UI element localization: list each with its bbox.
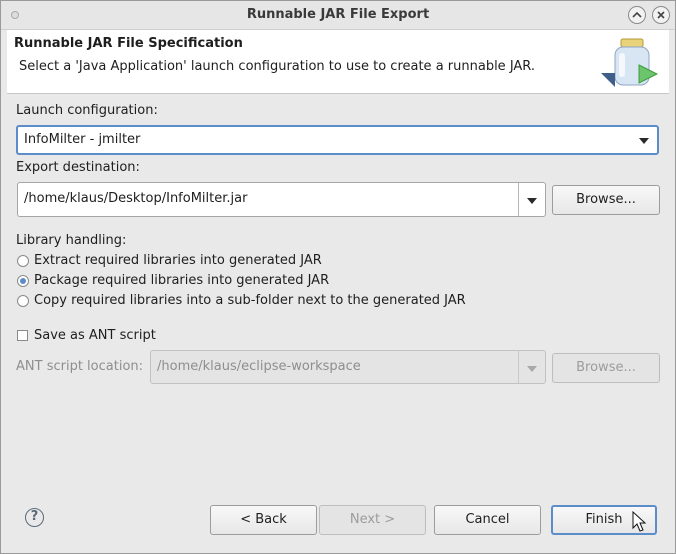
launch-config-select[interactable]: InfoMilter - jmilter <box>16 125 659 155</box>
save-ant-label[interactable]: Save as ANT script <box>34 328 156 343</box>
chevron-down-icon[interactable] <box>527 198 537 204</box>
close-button[interactable] <box>652 6 670 24</box>
package-libraries-label[interactable]: Package required libraries into generate… <box>34 273 329 288</box>
combo-separator <box>518 351 519 383</box>
export-destination-value: /home/klaus/Desktop/InfoMilter.jar <box>24 191 248 206</box>
library-handling-label: Library handling: <box>16 233 127 248</box>
launch-config-label: Launch configuration: <box>16 103 158 118</box>
copy-libraries-label[interactable]: Copy required libraries into a sub-folde… <box>34 293 466 308</box>
page-title: Runnable JAR File Specification <box>14 36 243 51</box>
save-ant-checkbox[interactable] <box>17 330 28 341</box>
ant-location-value: /home/klaus/eclipse-workspace <box>157 359 361 374</box>
next-button: Next > <box>319 505 426 535</box>
close-icon <box>657 11 665 19</box>
back-button[interactable]: < Back <box>210 505 317 535</box>
help-icon[interactable]: ? <box>25 508 44 527</box>
cancel-button[interactable]: Cancel <box>434 505 541 535</box>
extract-libraries-radio[interactable] <box>17 255 29 267</box>
export-destination-combo[interactable]: /home/klaus/Desktop/InfoMilter.jar <box>17 182 546 217</box>
ant-browse-button: Browse... <box>552 353 660 383</box>
export-dialog: Runnable JAR File Export Runnable JAR Fi… <box>0 0 676 554</box>
chevron-up-icon <box>632 11 642 18</box>
launch-config-value: InfoMilter - jmilter <box>24 132 141 147</box>
package-libraries-radio[interactable] <box>17 275 29 287</box>
export-destination-label: Export destination: <box>16 160 140 175</box>
export-browse-button[interactable]: Browse... <box>552 185 660 215</box>
mouse-cursor-icon <box>632 511 647 532</box>
window-title: Runnable JAR File Export <box>246 7 430 22</box>
ant-location-label: ANT script location: <box>16 359 144 374</box>
chevron-down-icon <box>527 366 537 372</box>
extract-libraries-label[interactable]: Extract required libraries into generate… <box>34 253 322 268</box>
ant-location-combo: /home/klaus/eclipse-workspace <box>150 350 546 384</box>
combo-separator <box>518 183 519 216</box>
page-description: Select a 'Java Application' launch confi… <box>19 59 536 74</box>
chevron-down-icon <box>639 138 649 144</box>
wizard-header: Runnable JAR File Specification Select a… <box>7 30 669 94</box>
copy-libraries-radio[interactable] <box>17 295 29 307</box>
jar-export-icon <box>601 38 659 87</box>
title-bar: Runnable JAR File Export <box>1 1 675 30</box>
maximize-button[interactable] <box>628 6 646 24</box>
